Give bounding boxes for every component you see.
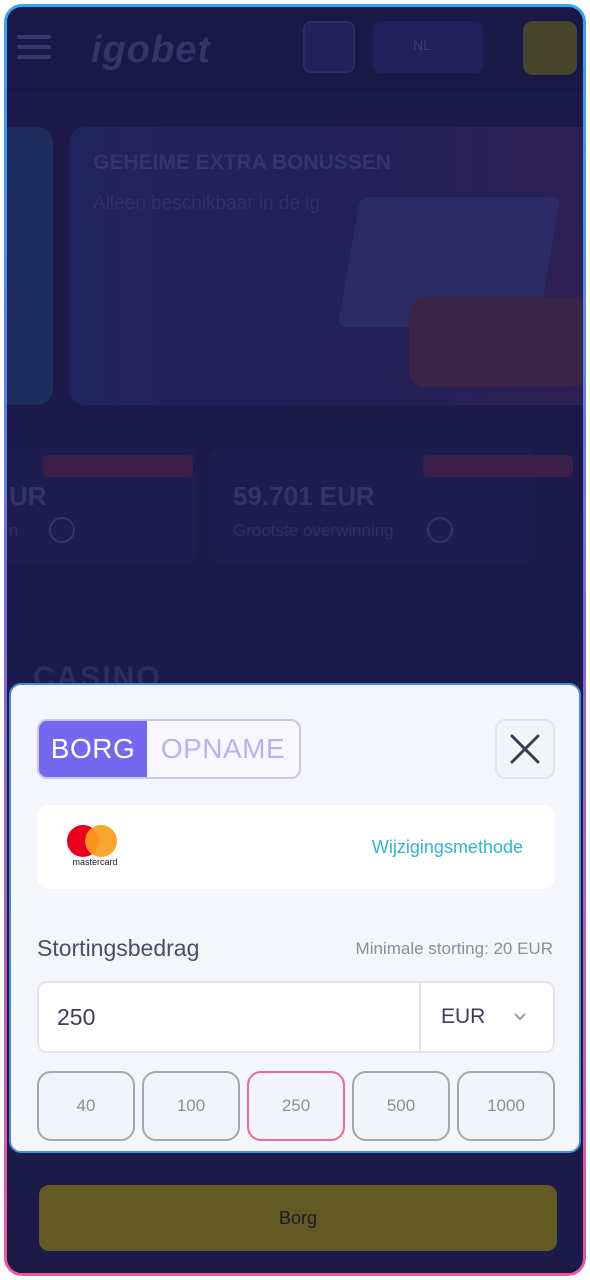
tab-opname[interactable]: OPNAME: [147, 721, 299, 777]
stat-label: Grootste overwinning: [233, 521, 394, 540]
banner-subtitle: Alleen beschikbaar in de ig: [93, 193, 321, 214]
info-icon[interactable]: [49, 517, 75, 543]
deposit-modal: BORG OPNAME mastercard Wijzigingsmethode…: [9, 683, 581, 1153]
close-button[interactable]: [495, 719, 555, 779]
user-icon[interactable]: [303, 21, 355, 73]
language-label: NL: [413, 37, 431, 53]
chevron-down-icon: [514, 1013, 527, 1021]
preset-button[interactable]: 40: [37, 1071, 135, 1141]
tab-borg[interactable]: BORG: [39, 721, 147, 777]
payment-method-card: mastercard Wijzigingsmethode: [37, 805, 555, 889]
banner-previous: [7, 127, 53, 405]
info-icon[interactable]: [427, 517, 453, 543]
phone-frame: igobet NL GEHEIME EXTRA BONUSSEN Alleen …: [4, 4, 586, 1276]
borg-submit-button[interactable]: Borg: [39, 1185, 557, 1251]
banner-title: GEHEIME EXTRA BONUSSEN: [93, 151, 391, 174]
preset-amounts: 40 100 250 500 1000: [37, 1071, 555, 1141]
screen: igobet NL GEHEIME EXTRA BONUSSEN Alleen …: [7, 7, 583, 1273]
stat-value: 59.701 EUR: [233, 481, 375, 511]
stat-badge: [423, 455, 573, 477]
change-method-link[interactable]: Wijzigingsmethode: [372, 837, 523, 858]
preset-button[interactable]: 1000: [457, 1071, 555, 1141]
language-selector[interactable]: NL: [373, 21, 483, 73]
stat-badge: [43, 455, 193, 477]
amount-input[interactable]: [39, 983, 419, 1051]
currency-label: EUR: [441, 1005, 486, 1028]
wallet-icon[interactable]: [523, 21, 577, 75]
mastercard-label: mastercard: [72, 857, 118, 867]
preset-button[interactable]: 500: [352, 1071, 450, 1141]
stat-value: UR: [9, 481, 47, 511]
promo-banner: GEHEIME EXTRA BONUSSEN Alleen beschikbaa…: [69, 127, 583, 405]
min-deposit-label: Minimale storting: 20 EUR: [355, 939, 553, 958]
stat-label: n: [9, 521, 19, 540]
stat-card: 59.701 EUR Grootste overwinning: [207, 447, 573, 563]
stat-card: UR n: [7, 447, 197, 563]
currency-select[interactable]: EUR: [419, 983, 553, 1051]
top-bar: igobet NL: [7, 7, 583, 93]
site-logo: igobet: [91, 29, 211, 71]
banner-gift-graphic: [409, 297, 583, 387]
close-icon: [510, 734, 540, 764]
amount-field: EUR: [37, 981, 555, 1053]
menu-icon[interactable]: [17, 35, 51, 59]
mastercard-icon: mastercard: [67, 825, 118, 869]
preset-button[interactable]: 100: [142, 1071, 240, 1141]
preset-button-selected[interactable]: 250: [247, 1071, 345, 1141]
amount-label: Stortingsbedrag: [37, 935, 200, 961]
mode-tabs: BORG OPNAME: [37, 719, 301, 779]
